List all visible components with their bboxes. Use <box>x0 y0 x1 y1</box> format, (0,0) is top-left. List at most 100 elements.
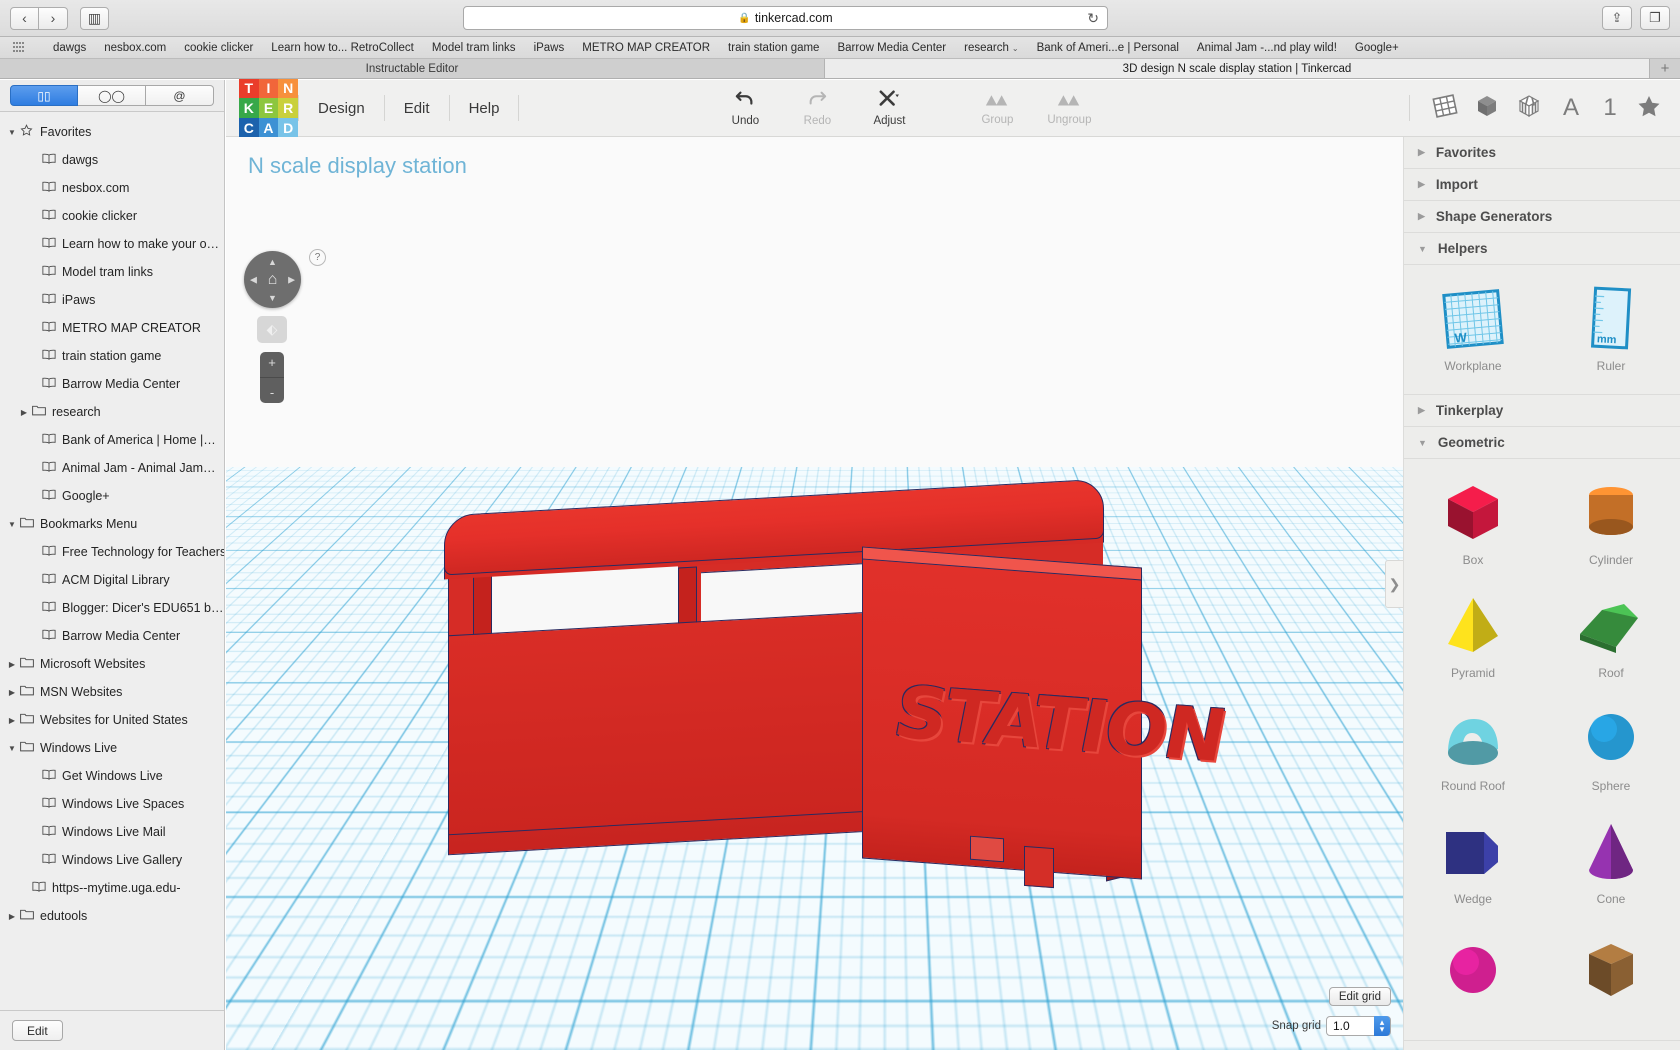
forward-button[interactable]: › <box>39 6 68 30</box>
disclosure-closed-icon[interactable]: ▶ <box>6 688 18 697</box>
menu-help[interactable]: Help <box>450 95 519 121</box>
striped-box-icon[interactable] <box>1516 93 1542 123</box>
bookmark-folder-row[interactable]: ▼ Favorites <box>0 118 224 146</box>
disclosure-closed-icon[interactable]: ▶ <box>18 408 30 417</box>
design-canvas[interactable]: N scale display station STATION ▲ ▼ ◀ ▶ … <box>226 137 1403 1050</box>
tab-overview-button[interactable]: ❐ <box>1640 6 1670 30</box>
new-tab-button[interactable]: + <box>1650 59 1680 78</box>
browser-tab[interactable]: 3D design N scale display station | Tink… <box>825 59 1650 78</box>
shape-workplane[interactable]: W Workplane <box>1404 271 1542 384</box>
view-dpad[interactable]: ▲ ▼ ◀ ▶ ⌂ <box>244 251 301 308</box>
shape-item[interactable] <box>1542 917 1680 1030</box>
tool-adjust-button[interactable]: Adjust <box>853 89 925 127</box>
browser-tab[interactable]: Instructable Editor <box>0 59 825 78</box>
bookmark-row[interactable]: Barrow Media Center <box>0 622 224 650</box>
bookmark-folder-row[interactable]: ▶ research <box>0 398 224 426</box>
bookmark-bar-item[interactable]: research ⌄ <box>955 42 1027 54</box>
bookmark-bar-item[interactable]: iPaws <box>525 42 574 54</box>
shape-item[interactable] <box>1404 917 1542 1030</box>
bookmark-bar-item[interactable]: dawgs <box>44 42 95 54</box>
panel-section-import[interactable]: ▶ Import <box>1404 169 1680 201</box>
solid-box-icon[interactable] <box>1474 93 1500 123</box>
panel-collapse-handle[interactable]: ❯ <box>1385 560 1403 608</box>
bookmark-row[interactable]: METRO MAP CREATOR <box>0 314 224 342</box>
home-view-icon[interactable]: ⌂ <box>268 271 278 289</box>
bookmark-bar-item[interactable]: Google+ <box>1346 42 1408 54</box>
stepper-down-icon[interactable]: ▾ <box>1380 1025 1385 1034</box>
disclosure-open-icon[interactable]: ▼ <box>6 128 18 137</box>
bookmark-folder-row[interactable]: ▼ Bookmarks Menu <box>0 510 224 538</box>
bookmark-bar-item[interactable]: Barrow Media Center <box>828 42 955 54</box>
bookmark-folder-row[interactable]: ▼ Windows Live <box>0 734 224 762</box>
bookmark-row[interactable]: Bank of America | Home |… <box>0 426 224 454</box>
bookmark-row[interactable]: Google+ <box>0 482 224 510</box>
bookmark-row[interactable]: train station game <box>0 342 224 370</box>
shape-roof[interactable]: Roof <box>1542 578 1680 691</box>
edit-bookmarks-button[interactable]: Edit <box>12 1020 63 1041</box>
bookmark-bar-item[interactable]: METRO MAP CREATOR <box>573 42 719 54</box>
design-title[interactable]: N scale display station <box>248 153 467 179</box>
menu-edit[interactable]: Edit <box>385 95 449 121</box>
text-tool-icon[interactable]: A <box>1558 93 1584 123</box>
shape-sphere[interactable]: Sphere <box>1542 691 1680 804</box>
view-navigation-controls[interactable]: ▲ ▼ ◀ ▶ ⌂ ⬖ + - <box>244 251 301 403</box>
bookmark-row[interactable]: cookie clicker <box>0 202 224 230</box>
station-model[interactable]: STATION <box>226 137 1403 1050</box>
address-bar[interactable]: 🔒 tinkercad.com ↻ <box>463 6 1108 30</box>
help-icon[interactable]: ? <box>309 249 326 266</box>
bookmark-folder-row[interactable]: ▶ edutools <box>0 902 224 930</box>
bookmark-bar-item[interactable]: Model tram links <box>423 42 525 54</box>
panel-section-favorites[interactable]: ▶ Favorites <box>1404 137 1680 169</box>
view-left-arrow-icon[interactable]: ◀ <box>250 274 257 285</box>
number-tool-icon[interactable]: 1 <box>1600 93 1620 123</box>
bookmark-row[interactable]: Animal Jam - Animal Jam… <box>0 454 224 482</box>
apps-grid-icon[interactable] <box>13 42 24 53</box>
bookmark-row[interactable]: Learn how to make your o… <box>0 230 224 258</box>
bookmark-bar-item[interactable]: Bank of Ameri...e | Personal <box>1028 42 1188 54</box>
bookmark-bar-item[interactable]: train station game <box>719 42 828 54</box>
zoom-in-button[interactable]: + <box>268 355 276 370</box>
bookmark-row[interactable]: Free Technology for Teachers <box>0 538 224 566</box>
tool-undo-button[interactable]: Undo <box>709 89 781 127</box>
bookmark-bar-item[interactable]: Learn how to... RetroCollect <box>262 42 423 54</box>
bookmark-folder-row[interactable]: ▶ Microsoft Websites <box>0 650 224 678</box>
bookmark-row[interactable]: ACM Digital Library <box>0 566 224 594</box>
reload-icon[interactable]: ↻ <box>1087 10 1099 27</box>
view-up-arrow-icon[interactable]: ▲ <box>268 257 277 267</box>
back-button[interactable]: ‹ <box>10 6 39 30</box>
disclosure-open-icon[interactable]: ▼ <box>6 744 18 753</box>
panel-section-geometric[interactable]: ▼ Geometric <box>1404 427 1680 459</box>
view-right-arrow-icon[interactable]: ▶ <box>288 274 295 285</box>
bookmark-row[interactable]: iPaws <box>0 286 224 314</box>
bookmark-folder-row[interactable]: ▶ Websites for United States <box>0 706 224 734</box>
panel-section-shape-generators[interactable]: ▶ Shape Generators <box>1404 201 1680 233</box>
menu-design[interactable]: Design <box>299 95 384 121</box>
bookmark-row[interactable]: https--mytime.uga.edu- <box>0 874 224 902</box>
star-tool-icon[interactable] <box>1636 93 1662 123</box>
snap-grid-input[interactable]: 1.0 ▴ ▾ <box>1326 1016 1391 1036</box>
bookmark-bar-item[interactable]: Animal Jam -...nd play wild! <box>1188 42 1346 54</box>
zoom-controls[interactable]: + - <box>260 352 284 403</box>
bookmark-row[interactable]: Barrow Media Center <box>0 370 224 398</box>
zoom-out-button[interactable]: - <box>270 385 274 400</box>
bookmark-folder-row[interactable]: ▶ MSN Websites <box>0 678 224 706</box>
shape-wedge[interactable]: Wedge <box>1404 804 1542 917</box>
shape-cone[interactable]: Cone <box>1542 804 1680 917</box>
bookmark-row[interactable]: nesbox.com <box>0 174 224 202</box>
edit-grid-button[interactable]: Edit grid <box>1328 987 1391 1006</box>
disclosure-closed-icon[interactable]: ▶ <box>6 912 18 921</box>
workplane-grid-icon[interactable] <box>1432 93 1458 123</box>
reading-list-icon[interactable]: ◯◯ <box>78 85 146 106</box>
disclosure-closed-icon[interactable]: ▶ <box>6 660 18 669</box>
panel-section-helpers[interactable]: ▼ Helpers <box>1404 233 1680 265</box>
share-button[interactable]: ⇪ <box>1602 6 1632 30</box>
bookmarks-icon[interactable]: ▯▯ <box>10 85 78 106</box>
shape-box[interactable]: Box <box>1404 465 1542 578</box>
bookmark-row[interactable]: Windows Live Mail <box>0 818 224 846</box>
bookmark-row[interactable]: Blogger: Dicer's EDU651 b… <box>0 594 224 622</box>
bookmark-bar-item[interactable]: nesbox.com <box>95 42 175 54</box>
bookmark-row[interactable]: Windows Live Gallery <box>0 846 224 874</box>
shape-cylinder[interactable]: Cylinder <box>1542 465 1680 578</box>
bookmark-bar-item[interactable]: cookie clicker <box>175 42 262 54</box>
snap-grid-stepper[interactable]: ▴ ▾ <box>1374 1016 1390 1036</box>
